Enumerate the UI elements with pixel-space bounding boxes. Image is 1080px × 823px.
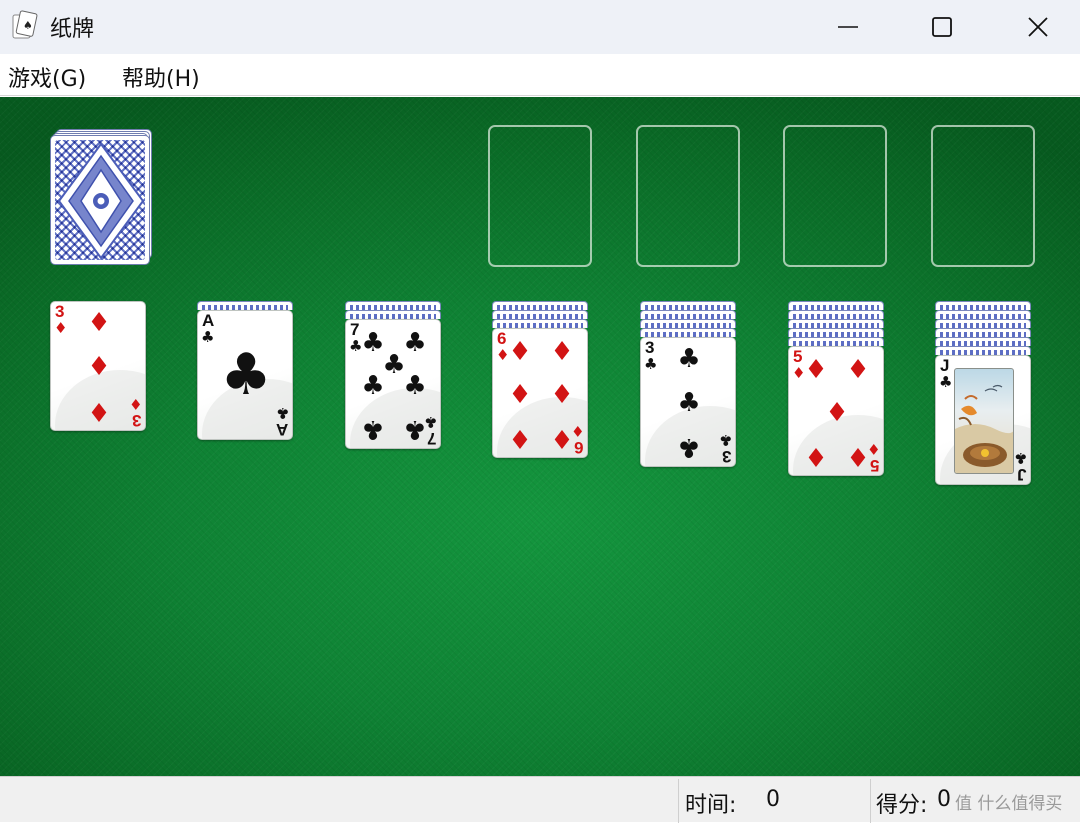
diamond-pip-icon: ♦ <box>825 398 849 428</box>
foundation-slot-3[interactable] <box>783 125 887 267</box>
face-down-card <box>935 346 1031 355</box>
face-down-card <box>345 301 441 310</box>
diamond-icon: ♦ <box>54 319 68 337</box>
club-pip-icon: ♣ <box>403 371 427 401</box>
card-5-of-diamonds[interactable]: 5 ♦ 5 ♦ ♦ ♦ ♦ ♦ ♦ <box>788 346 884 476</box>
diamond-pip-icon: ♦ <box>804 441 828 471</box>
face-down-card <box>935 310 1031 319</box>
card-rank: 3 <box>131 411 141 430</box>
score-label: 得分: <box>876 793 928 818</box>
score-value: 0 <box>937 787 951 812</box>
foundation-slot-4[interactable] <box>931 125 1035 267</box>
face-down-card <box>788 310 884 319</box>
game-table: 3 ♦ 3 ♦ ♦ ♦ ♦ A ♣ A ♣ ♣ 7 ♣ 7 ♣ ♣ ♣ ♣ ♣ ♣ ♣ ♣ 6 ♦ 6 ♦ ♦ ♦ ♦ ♦ ♦ ♦ 3 ♣ 3 ♣ ♣ ♣ ♣… <box>0 97 1080 776</box>
maximize-icon <box>932 17 952 37</box>
diamond-pip-icon: ♦ <box>87 308 111 338</box>
face-down-card <box>492 310 588 319</box>
diamond-pip-icon: ♦ <box>550 337 574 367</box>
diamond-pip-icon: ♦ <box>508 423 532 453</box>
club-icon: ♣ <box>201 328 215 346</box>
face-down-card <box>492 319 588 328</box>
minimize-button[interactable] <box>800 0 896 54</box>
card-7-of-clubs[interactable]: 7 ♣ 7 ♣ ♣ ♣ ♣ ♣ ♣ ♣ ♣ <box>345 319 441 449</box>
club-pip-icon: ♣ <box>220 342 272 409</box>
jack-picture-icon <box>954 368 1014 474</box>
face-down-card <box>640 319 736 328</box>
diamond-pip-icon: ♦ <box>508 380 532 410</box>
club-icon: ♣ <box>1013 449 1027 467</box>
face-down-card <box>788 328 884 337</box>
time-label: 时间: <box>685 793 737 818</box>
stock-pile[interactable] <box>50 129 154 269</box>
face-down-card <box>788 337 884 346</box>
face-down-card <box>640 310 736 319</box>
card-rank: 3 <box>721 447 731 466</box>
club-pip-icon: ♣ <box>361 414 385 444</box>
menu-help[interactable]: 帮助(H) <box>122 61 200 93</box>
diamond-pip-icon: ♦ <box>846 355 870 385</box>
svg-text:♠: ♠ <box>23 19 33 32</box>
club-pip-icon: ♣ <box>677 344 701 374</box>
card-back <box>50 135 150 265</box>
diamond-pip-icon: ♦ <box>550 380 574 410</box>
face-down-card <box>640 328 736 337</box>
card-6-of-diamonds[interactable]: 6 ♦ 6 ♦ ♦ ♦ ♦ ♦ ♦ ♦ <box>492 328 588 458</box>
diamond-pip-icon: ♦ <box>508 337 532 367</box>
card-J-of-clubs[interactable]: J ♣ J ♣ <box>935 355 1031 485</box>
close-icon <box>1028 17 1048 37</box>
club-icon: ♣ <box>275 404 289 422</box>
foundation-slot-2[interactable] <box>636 125 740 267</box>
face-down-card <box>935 319 1031 328</box>
club-icon: ♣ <box>718 431 732 449</box>
diamond-icon: ♦ <box>128 395 142 413</box>
card-3-of-clubs[interactable]: 3 ♣ 3 ♣ ♣ ♣ ♣ <box>640 337 736 467</box>
minimize-icon <box>838 26 858 28</box>
diamond-pip-icon: ♦ <box>550 423 574 453</box>
diamond-pip-icon: ♦ <box>846 441 870 471</box>
card-A-of-clubs[interactable]: A ♣ A ♣ ♣ <box>197 310 293 440</box>
diamond-pip-icon: ♦ <box>87 352 111 382</box>
club-icon: ♣ <box>939 373 953 391</box>
club-pip-icon: ♣ <box>361 371 385 401</box>
club-pip-icon: ♣ <box>677 388 701 418</box>
face-down-card <box>935 328 1031 337</box>
card-rank: A <box>275 420 288 439</box>
maximize-button[interactable] <box>894 0 990 54</box>
time-value: 0 <box>766 787 780 812</box>
club-icon: ♣ <box>644 355 658 373</box>
club-pip-icon: ♣ <box>403 414 427 444</box>
club-pip-icon: ♣ <box>677 432 701 462</box>
card-3-of-diamonds[interactable]: 3 ♦ 3 ♦ ♦ ♦ ♦ <box>50 301 146 431</box>
face-down-card <box>640 301 736 310</box>
face-down-card <box>935 301 1031 310</box>
close-button[interactable] <box>990 0 1080 54</box>
status-bar: 时间: 0 得分: 0 值 什么值得买 <box>0 776 1080 823</box>
face-down-card <box>492 301 588 310</box>
diamond-pip-icon: ♦ <box>804 355 828 385</box>
card-rank: J <box>1016 465 1026 484</box>
face-down-card <box>935 337 1031 346</box>
face-down-card <box>345 310 441 319</box>
face-down-card <box>788 301 884 310</box>
menu-bar: 游戏(G) 帮助(H) <box>0 54 1080 96</box>
foundation-slot-1[interactable] <box>488 125 592 267</box>
diamond-pip-icon: ♦ <box>87 396 111 426</box>
menu-game[interactable]: 游戏(G) <box>8 61 86 93</box>
solitaire-app-icon: ♠ <box>12 10 38 39</box>
title-bar: ♠ 纸牌 <box>0 0 1080 54</box>
face-down-card <box>788 319 884 328</box>
watermark: 值 什么值得买 <box>955 794 1063 814</box>
face-down-card <box>197 301 293 310</box>
window-title: 纸牌 <box>50 17 95 42</box>
